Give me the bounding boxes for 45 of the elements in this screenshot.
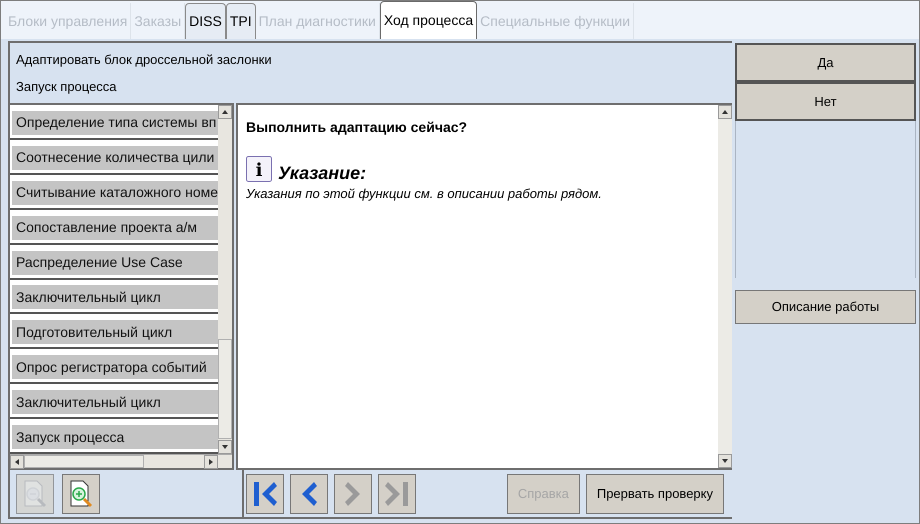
scroll-arrow-button[interactable] [204,455,218,469]
note-title: Указание: [278,164,366,182]
scrollbar-thumb[interactable] [24,455,144,468]
step-item[interactable]: Распределение Use Case [12,250,218,275]
caret-down-icon [221,443,229,451]
note-text: Указания по этой функции см. в описании работы рядом. [246,185,603,203]
tab[interactable]: DISS [185,3,226,39]
zoom-in-icon [68,480,94,508]
zoom-out-icon [22,480,48,508]
step-item[interactable]: Заключительный цикл [12,285,218,310]
step-item[interactable]: Опрос регистратора событий [12,355,218,380]
step-item[interactable]: Заключительный цикл [12,390,218,414]
tab[interactable]: Ход процесса [380,1,478,39]
step-item[interactable]: Определение типа системы вп [12,110,218,135]
step-item[interactable]: Считывание каталожного номе [12,180,218,205]
caret-left-icon [13,458,21,466]
caret-up-icon [721,108,729,116]
scroll-arrow-button[interactable] [218,440,232,454]
zoom-in-button[interactable] [62,474,100,514]
first-button[interactable] [246,474,284,514]
step-item[interactable]: Сопоставление проекта а/м [12,216,218,240]
scroll-arrow-button[interactable] [718,454,732,468]
scroll-arrow-button[interactable] [218,105,232,119]
caret-up-icon [221,108,229,116]
answer-button[interactable]: Нет [735,82,916,121]
caret-right-icon [207,458,215,466]
step-title: Запуск процесса [16,78,118,96]
vertical-scrollbar[interactable] [718,105,732,468]
step-item[interactable]: Запуск процесса [12,425,218,450]
horizontal-scrollbar[interactable] [10,454,232,468]
question-text: Выполнить адаптацию сейчас? [246,118,468,137]
step-item[interactable]: Подготовительный цикл [12,320,218,344]
description-button[interactable]: Описание работы [735,290,916,324]
scroll-arrow-button[interactable] [718,105,732,119]
answer-button[interactable]: Да [735,43,916,82]
caret-down-icon [721,457,729,465]
info-icon: i [246,156,272,182]
step-item[interactable]: Соотнесение количества цили [12,146,218,170]
scrollbar-thumb[interactable] [218,339,232,439]
scroll-arrow-button[interactable] [10,455,24,469]
tab[interactable]: TPI [226,3,256,39]
prev-button[interactable] [290,474,328,514]
footer-button[interactable]: Прервать проверку [586,474,724,514]
procedure-title: Адаптировать блок дроссельной заслонки [16,50,273,69]
vertical-scrollbar[interactable] [218,105,232,454]
